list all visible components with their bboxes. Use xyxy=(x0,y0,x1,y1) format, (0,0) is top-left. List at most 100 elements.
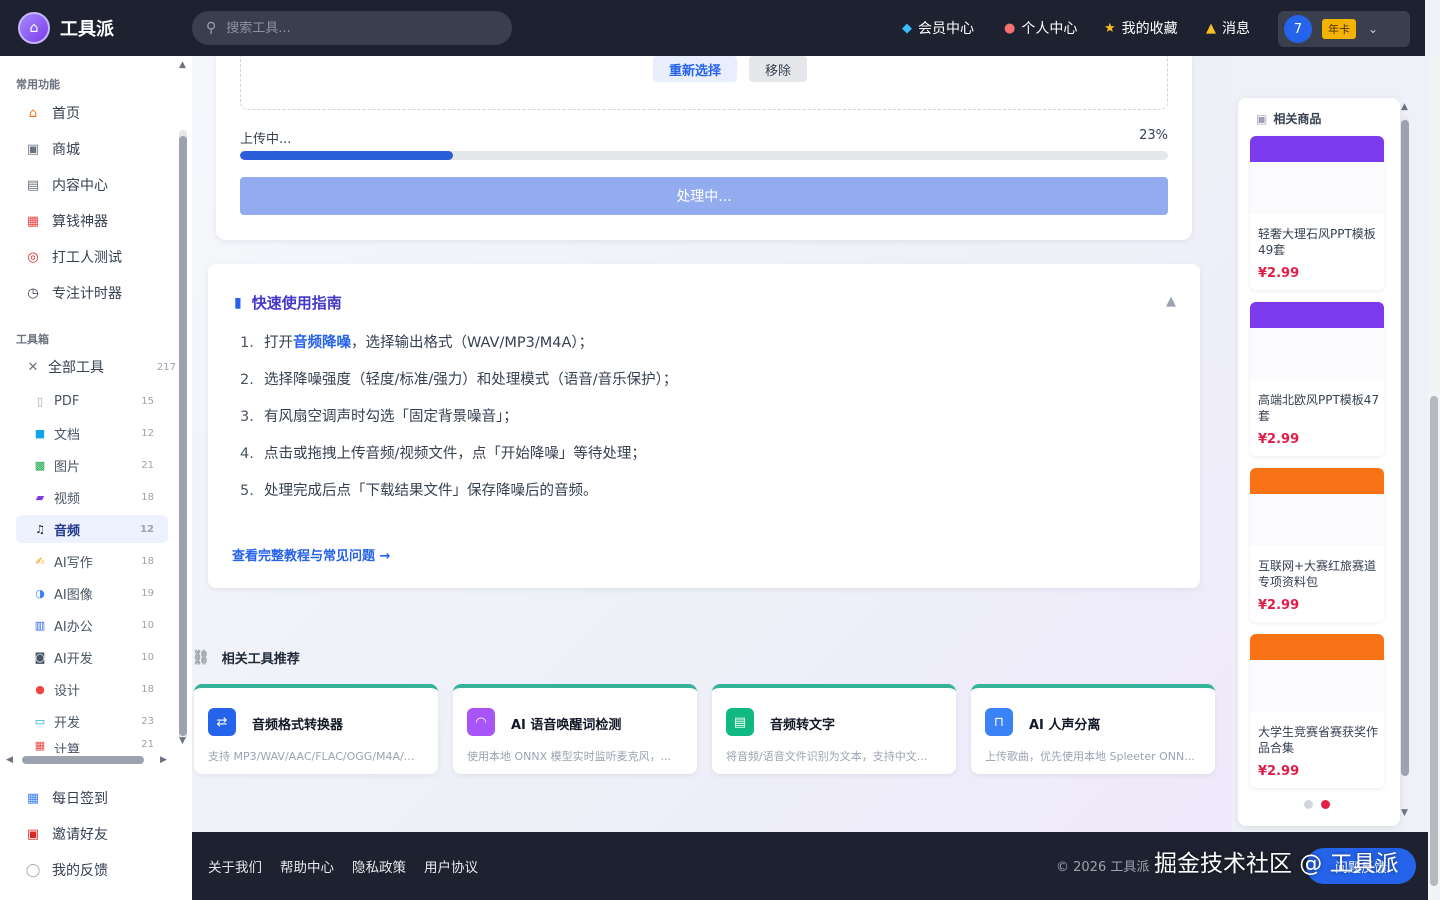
carousel-dot-active[interactable] xyxy=(1321,800,1330,809)
audio-convert-icon: ⇄ xyxy=(208,708,236,736)
nav-member-center[interactable]: ◆ 会员中心 xyxy=(902,0,974,56)
image-icon: ▩ xyxy=(34,458,46,472)
calculator-icon: ▦ xyxy=(26,213,40,229)
scroll-down-arrow-icon[interactable]: ▼ xyxy=(1401,808,1408,818)
sidebar-item-dev[interactable]: ▭ 开发 23 xyxy=(16,707,168,735)
footer-link-help[interactable]: 帮助中心 xyxy=(280,856,334,876)
step-number: 3. xyxy=(240,409,254,425)
scrollbar-thumb[interactable] xyxy=(179,136,187,736)
guide-step: 2. 选择降噪强度（轻度/标准/强力）和处理模式（语音/音乐保护）； xyxy=(240,371,677,408)
step-number: 1. xyxy=(240,335,254,351)
page-scrollbar[interactable] xyxy=(1428,56,1440,900)
product-thumbnail xyxy=(1250,302,1384,328)
calculator-icon: ▦ xyxy=(34,739,46,752)
guide-step: 5. 处理完成后点「下载结果文件」保存降噪后的音频。 xyxy=(240,482,677,519)
sidebar-item-audio[interactable]: ♫ 音频 12 xyxy=(16,515,168,543)
sidebar: 常用功能 ⌂ 首页 ▣ 商城 ▤ 内容中心 ▦ 算钱神器 ◎ 打工人测试 ◷ 专注计时器 工… xyxy=(0,56,192,900)
star-icon: ★ xyxy=(1104,20,1116,36)
product-name: 大学生竞赛省赛获奖作品合集 xyxy=(1258,725,1379,755)
sidebar-item-label: PDF xyxy=(54,393,80,409)
collapse-icon[interactable]: ▲ xyxy=(1166,294,1176,309)
guide-steps: 1. 打开音频降噪，选择输出格式（WAV/MP3/M4A）； 2. 选择降噪强度（轻… xyxy=(240,334,677,519)
reselect-button[interactable]: 重新选择 xyxy=(653,56,737,82)
robot-icon: ◙ xyxy=(34,650,46,664)
sidebar-item-all-tools[interactable]: ✕ 全部工具 217 xyxy=(16,352,176,382)
sidebar-item-shop[interactable]: ▣ 商城 xyxy=(16,134,166,164)
scroll-up-arrow-icon[interactable]: ▲ xyxy=(179,60,186,70)
chevron-down-icon[interactable]: ⌄ xyxy=(1368,22,1378,36)
sidebar-item-timer[interactable]: ◷ 专注计时器 xyxy=(16,278,166,308)
sidebar-item-label: AI图像 xyxy=(54,587,93,603)
scrollbar-thumb[interactable] xyxy=(1430,396,1438,886)
sidebar-scrollbar[interactable] xyxy=(179,130,187,740)
sidebar-item-ai-writing[interactable]: ✍ AI写作 18 xyxy=(16,547,168,575)
watermark: 掘金技术社区 @ 工具派 xyxy=(1154,851,1399,877)
sidebar-item-calc[interactable]: ▦ 计算 21 xyxy=(16,739,168,753)
sidebar-item-ai-image[interactable]: ◑ AI图像 19 xyxy=(16,579,168,607)
product-card[interactable]: 轻奢大理石风PPT模板49套 ¥2.99 xyxy=(1250,136,1384,290)
scroll-left-arrow-icon[interactable]: ◀ xyxy=(6,755,13,765)
sidebar-item-label: 音频 xyxy=(54,523,81,539)
tool-description: 使用本地 ONNX 模型实时监听麦克风，... xyxy=(467,750,672,763)
sidebar-item-checkin[interactable]: ▦ 每日签到 xyxy=(16,783,166,813)
scroll-up-arrow-icon[interactable]: ▲ xyxy=(1401,102,1408,112)
footer-link-about[interactable]: 关于我们 xyxy=(208,856,262,876)
tool-card-wake-word[interactable]: ◠ AI 语音唤醒词检测 使用本地 ONNX 模型实时监听麦克风，... xyxy=(453,684,697,774)
sidebar-item-feedback[interactable]: ◯ 我的反馈 xyxy=(16,855,166,885)
search-bar[interactable]: ⚲ xyxy=(192,11,512,45)
product-name: 高端北欧风PPT模板47套 xyxy=(1258,393,1380,423)
nav-profile[interactable]: ● 个人中心 xyxy=(1004,0,1077,56)
sidebar-item-content[interactable]: ▤ 内容中心 xyxy=(16,170,166,200)
sidebar-item-invite[interactable]: ▣ 邀请好友 xyxy=(16,819,166,849)
product-name: 轻奢大理石风PPT模板49套 xyxy=(1258,227,1376,257)
products-scrollbar[interactable] xyxy=(1401,116,1409,776)
sidebar-item-ai-office[interactable]: ▥ AI办公 10 xyxy=(16,611,168,639)
footer-link-privacy[interactable]: 隐私政策 xyxy=(352,856,406,876)
scroll-right-arrow-icon[interactable]: ▶ xyxy=(160,755,167,765)
tool-card-audio-converter[interactable]: ⇄ 音频格式转换器 支持 MP3/WAV/AAC/FLAC/OGG/M4A/..… xyxy=(194,684,438,774)
sidebar-item-ai-dev[interactable]: ◙ AI开发 10 xyxy=(16,643,168,671)
search-input[interactable] xyxy=(226,20,477,36)
sidebar-item-docs[interactable]: ■ 文档 12 xyxy=(16,419,168,447)
tool-card-vocal-separation[interactable]: ⊓ AI 人声分离 上传歌曲，优先使用本地 Spleeter ONN... xyxy=(971,684,1215,774)
product-card[interactable]: 高端北欧风PPT模板47套 ¥2.99 xyxy=(1250,302,1384,456)
sidebar-item-images[interactable]: ▩ 图片 21 xyxy=(16,451,168,479)
logo-icon[interactable]: ⌂ xyxy=(18,12,50,44)
clapperboard-icon: ▰ xyxy=(35,490,45,504)
scroll-down-arrow-icon[interactable]: ▼ xyxy=(179,736,186,746)
tool-name: 音频格式转换器 xyxy=(252,718,344,733)
sidebar-item-calculator[interactable]: ▦ 算钱神器 xyxy=(16,206,166,236)
tool-count: 21 xyxy=(141,739,154,750)
remove-button[interactable]: 移除 xyxy=(749,56,807,82)
sidebar-item-video[interactable]: ▰ 视频 18 xyxy=(16,483,168,511)
home-icon: ⌂ xyxy=(28,105,38,121)
process-button[interactable]: 处理中... xyxy=(240,177,1168,215)
footer-link-terms[interactable]: 用户协议 xyxy=(424,856,478,876)
sidebar-item-home[interactable]: ⌂ 首页 xyxy=(16,98,166,128)
product-card[interactable]: 互联网+大赛红旅赛道专项资料包 ¥2.99 xyxy=(1250,468,1384,622)
tool-count: 15 xyxy=(141,395,154,407)
carousel-dot[interactable] xyxy=(1304,800,1313,809)
guide-header[interactable]: ▮ 快速使用指南 xyxy=(234,292,342,313)
sidebar-item-label: 邀请好友 xyxy=(52,827,108,843)
footer: 关于我们 帮助中心 隐私政策 用户协议 © 2026 工具派 问题反馈 掘金技术… xyxy=(192,832,1428,900)
sidebar-item-label: AI写作 xyxy=(54,555,93,571)
sidebar-item-pdf[interactable]: ▯ PDF 15 xyxy=(16,387,168,415)
step-highlight: 音频降噪 xyxy=(293,335,351,351)
user-menu[interactable]: 7 年卡 ⌄ xyxy=(1278,11,1410,47)
scrollbar-thumb[interactable] xyxy=(1401,120,1409,776)
tool-count: 21 xyxy=(141,459,154,471)
full-tutorial-link[interactable]: 查看完整教程与常见问题 → xyxy=(232,545,390,564)
sidebar-item-worker-test[interactable]: ◎ 打工人测试 xyxy=(16,242,166,272)
related-tools-header: ⛓ 相关工具推荐 xyxy=(192,648,300,668)
avatar[interactable]: 7 xyxy=(1284,15,1312,43)
product-card[interactable]: 大学生竞赛省赛获奖作品合集 ¥2.99 xyxy=(1250,634,1384,788)
sidebar-item-design[interactable]: ● 设计 18 xyxy=(16,675,168,703)
nav-favorites[interactable]: ★ 我的收藏 xyxy=(1104,0,1178,56)
sidebar-horizontal-scrollbar[interactable] xyxy=(22,756,144,764)
tool-card-speech-to-text[interactable]: ▤ 音频转文字 将音频/语音文件识别为文本，支持中文... xyxy=(712,684,956,774)
nav-messages[interactable]: ▲ 消息 xyxy=(1206,0,1250,56)
brand-name[interactable]: 工具派 xyxy=(60,15,114,41)
upload-dropzone[interactable]: 重新选择 移除 xyxy=(240,56,1168,110)
sidebar-item-label: 计算 xyxy=(54,743,81,753)
